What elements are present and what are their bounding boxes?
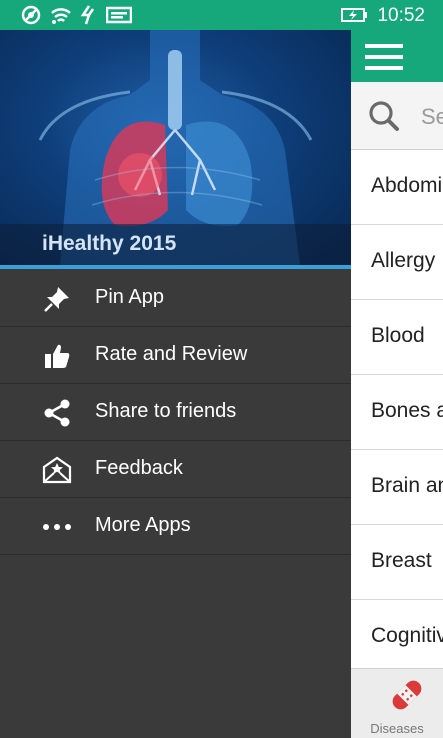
tab-diseases[interactable]: Diseases [351, 668, 443, 738]
tab-label: Diseases [370, 721, 424, 736]
search-placeholder[interactable]: Se [421, 104, 443, 130]
menu-item-label: More Apps [95, 514, 191, 536]
share-icon [44, 399, 70, 427]
menu-item-label: Pin App [95, 286, 164, 308]
message-icon [106, 6, 132, 24]
list-item[interactable]: Abdomi [351, 150, 443, 225]
menu-item-label: Rate and Review [95, 343, 248, 365]
main-page: Se Abdomi Allergy Blood Bones a Brain an… [351, 30, 443, 738]
list-item[interactable]: Breast [351, 525, 443, 600]
list-item[interactable]: Cognitiv [351, 600, 443, 675]
search-icon [369, 101, 399, 131]
menu-item-label: Feedback [95, 457, 183, 479]
menu-item-pin-app[interactable]: Pin App [0, 270, 351, 327]
more-icon [43, 524, 71, 530]
list-item[interactable]: Blood [351, 300, 443, 375]
menu-item-rate-and-review[interactable]: Rate and Review [0, 327, 351, 384]
category-label: Brain an [371, 474, 443, 497]
header-image: iHealthy 2015 [0, 30, 351, 265]
category-list: Abdomi Allergy Blood Bones a Brain an Br… [351, 150, 443, 675]
status-bar: 10:52 [0, 0, 443, 30]
pin-icon [44, 287, 69, 312]
battery-charging-icon [341, 8, 367, 22]
nfc-icon [80, 5, 95, 25]
category-label: Bones a [371, 399, 443, 422]
navigation-drawer: iHealthy 2015 Pin App Rate and Review Sh… [0, 30, 351, 738]
menu-item-more-apps[interactable]: More Apps [0, 498, 351, 555]
hamburger-menu-icon[interactable] [365, 44, 403, 70]
category-label: Cognitiv [371, 624, 443, 647]
app-title: iHealthy 2015 [42, 232, 177, 255]
category-label: Blood [371, 324, 425, 347]
mail-icon [42, 456, 72, 484]
search-bar[interactable]: Se [351, 82, 443, 150]
data-sense-icon [21, 5, 41, 25]
menu-item-share-to-friends[interactable]: Share to friends [0, 384, 351, 441]
header-title-bar: iHealthy 2015 [0, 224, 351, 265]
list-item[interactable]: Brain an [351, 450, 443, 525]
menu-item-feedback[interactable]: Feedback [0, 441, 351, 498]
header-divider [0, 265, 351, 269]
clock: 10:52 [377, 5, 425, 26]
list-item[interactable]: Bones a [351, 375, 443, 450]
category-label: Abdomi [371, 174, 443, 197]
list-item[interactable]: Allergy [351, 225, 443, 300]
bandage-icon [392, 680, 422, 710]
menu-item-label: Share to friends [95, 400, 237, 422]
wifi-icon [51, 8, 71, 24]
main-header [351, 30, 443, 82]
category-label: Breast [371, 549, 432, 572]
drawer-menu: Pin App Rate and Review Share to friends [0, 270, 351, 555]
thumbs-up-icon [45, 344, 70, 368]
category-label: Allergy [371, 249, 436, 272]
